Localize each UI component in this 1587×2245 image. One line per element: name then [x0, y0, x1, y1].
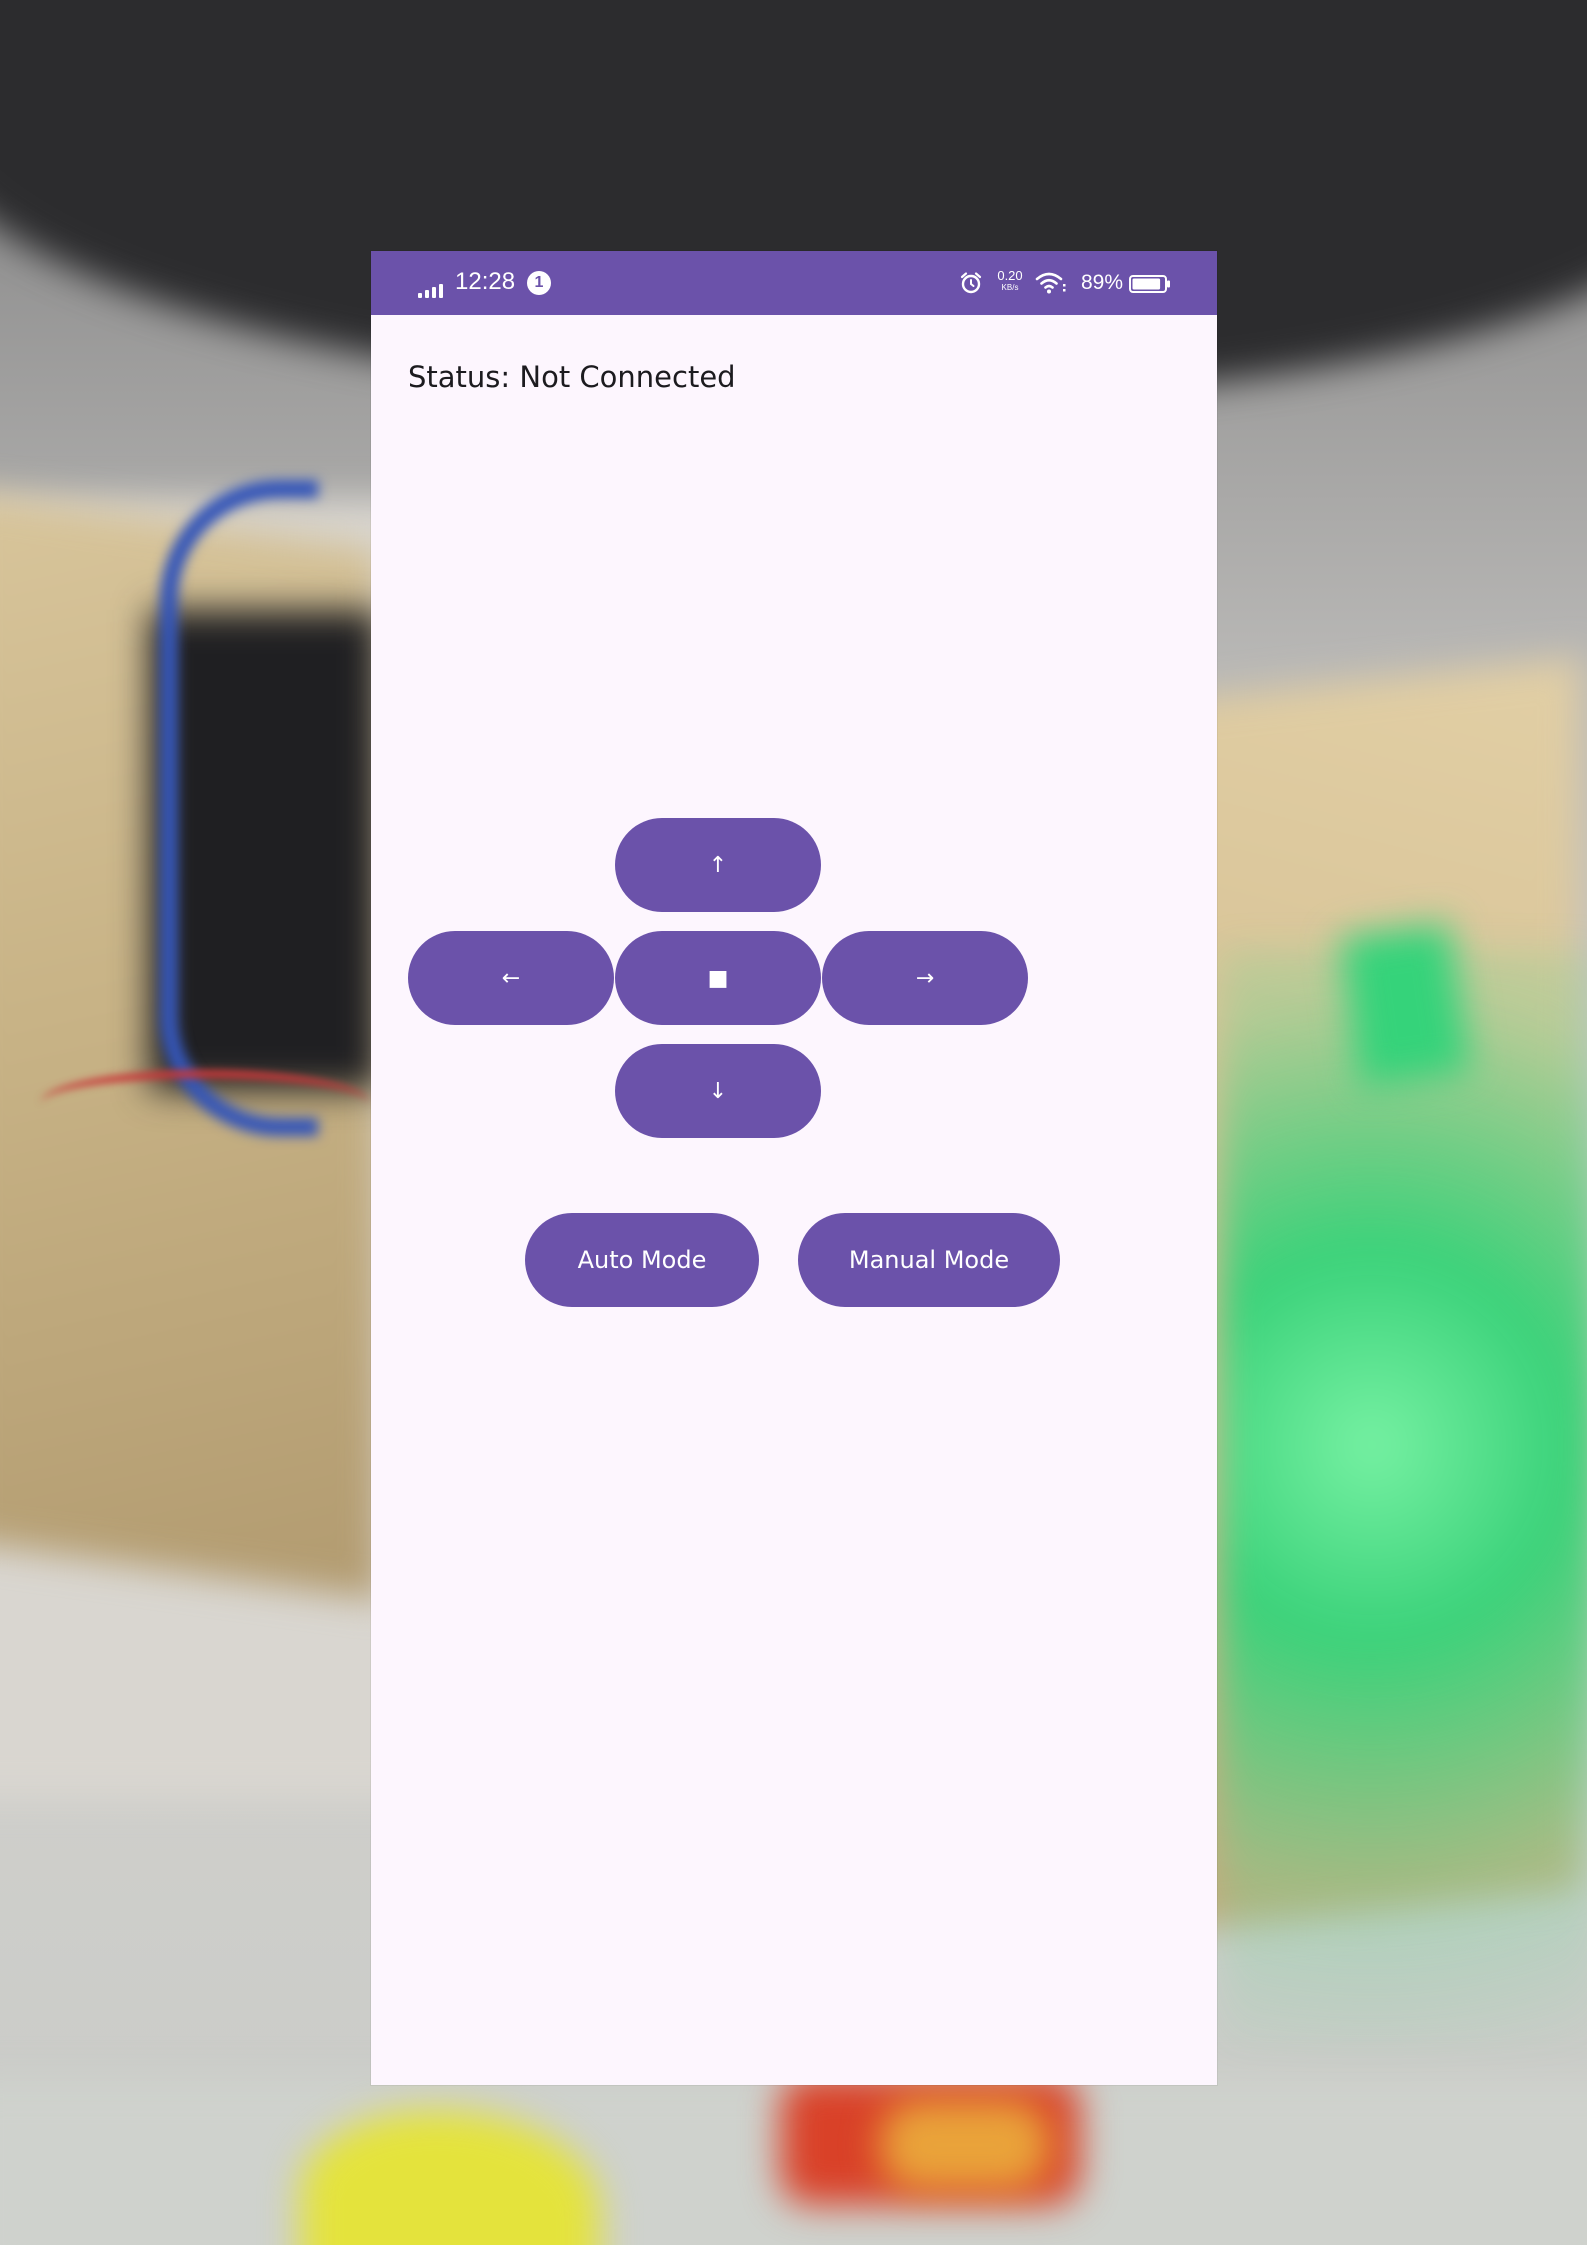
wifi-icon	[1035, 272, 1066, 294]
turn-right-button[interactable]: →	[822, 931, 1028, 1025]
background-green-light	[1220, 950, 1587, 2050]
connection-status-text: Status: Not Connected	[408, 360, 736, 394]
alarm-icon	[960, 272, 982, 294]
background-blue-cable	[160, 480, 318, 1136]
background-green-strip	[1340, 923, 1470, 1087]
down-arrow-icon: ↓	[708, 1078, 728, 1104]
manual-mode-button[interactable]: Manual Mode	[798, 1213, 1060, 1307]
turn-left-button[interactable]: ←	[408, 931, 614, 1025]
battery-icon	[1129, 275, 1170, 293]
stop-button[interactable]: ■	[615, 931, 821, 1025]
move-backward-button[interactable]: ↓	[615, 1044, 821, 1138]
auto-mode-button[interactable]: Auto Mode	[525, 1213, 759, 1307]
up-arrow-icon: ↑	[708, 852, 728, 878]
battery-level-fill	[1132, 278, 1161, 290]
notification-badge-icon: 1	[527, 271, 551, 295]
phone-screen: 12:28 1 0.20 KB/s 89% Status: Not Connec…	[371, 251, 1217, 2085]
status-bar: 12:28 1 0.20 KB/s 89%	[371, 251, 1217, 315]
stop-icon: ■	[707, 965, 729, 991]
background-red-wire	[40, 1070, 370, 1138]
background-orange-object	[880, 2100, 1050, 2190]
status-time: 12:28	[455, 268, 516, 295]
auto-mode-label: Auto Mode	[577, 1246, 707, 1274]
net-speed-unit: KB/s	[1001, 283, 1019, 292]
battery-percent: 89%	[1081, 271, 1124, 294]
right-arrow-icon: →	[915, 965, 935, 991]
signal-icon	[418, 282, 448, 298]
net-speed-value: 0.20	[997, 268, 1023, 283]
move-forward-button[interactable]: ↑	[615, 818, 821, 912]
left-arrow-icon: ←	[501, 965, 521, 991]
net-speed: 0.20 KB/s	[992, 269, 1028, 293]
manual-mode-label: Manual Mode	[848, 1246, 1010, 1274]
